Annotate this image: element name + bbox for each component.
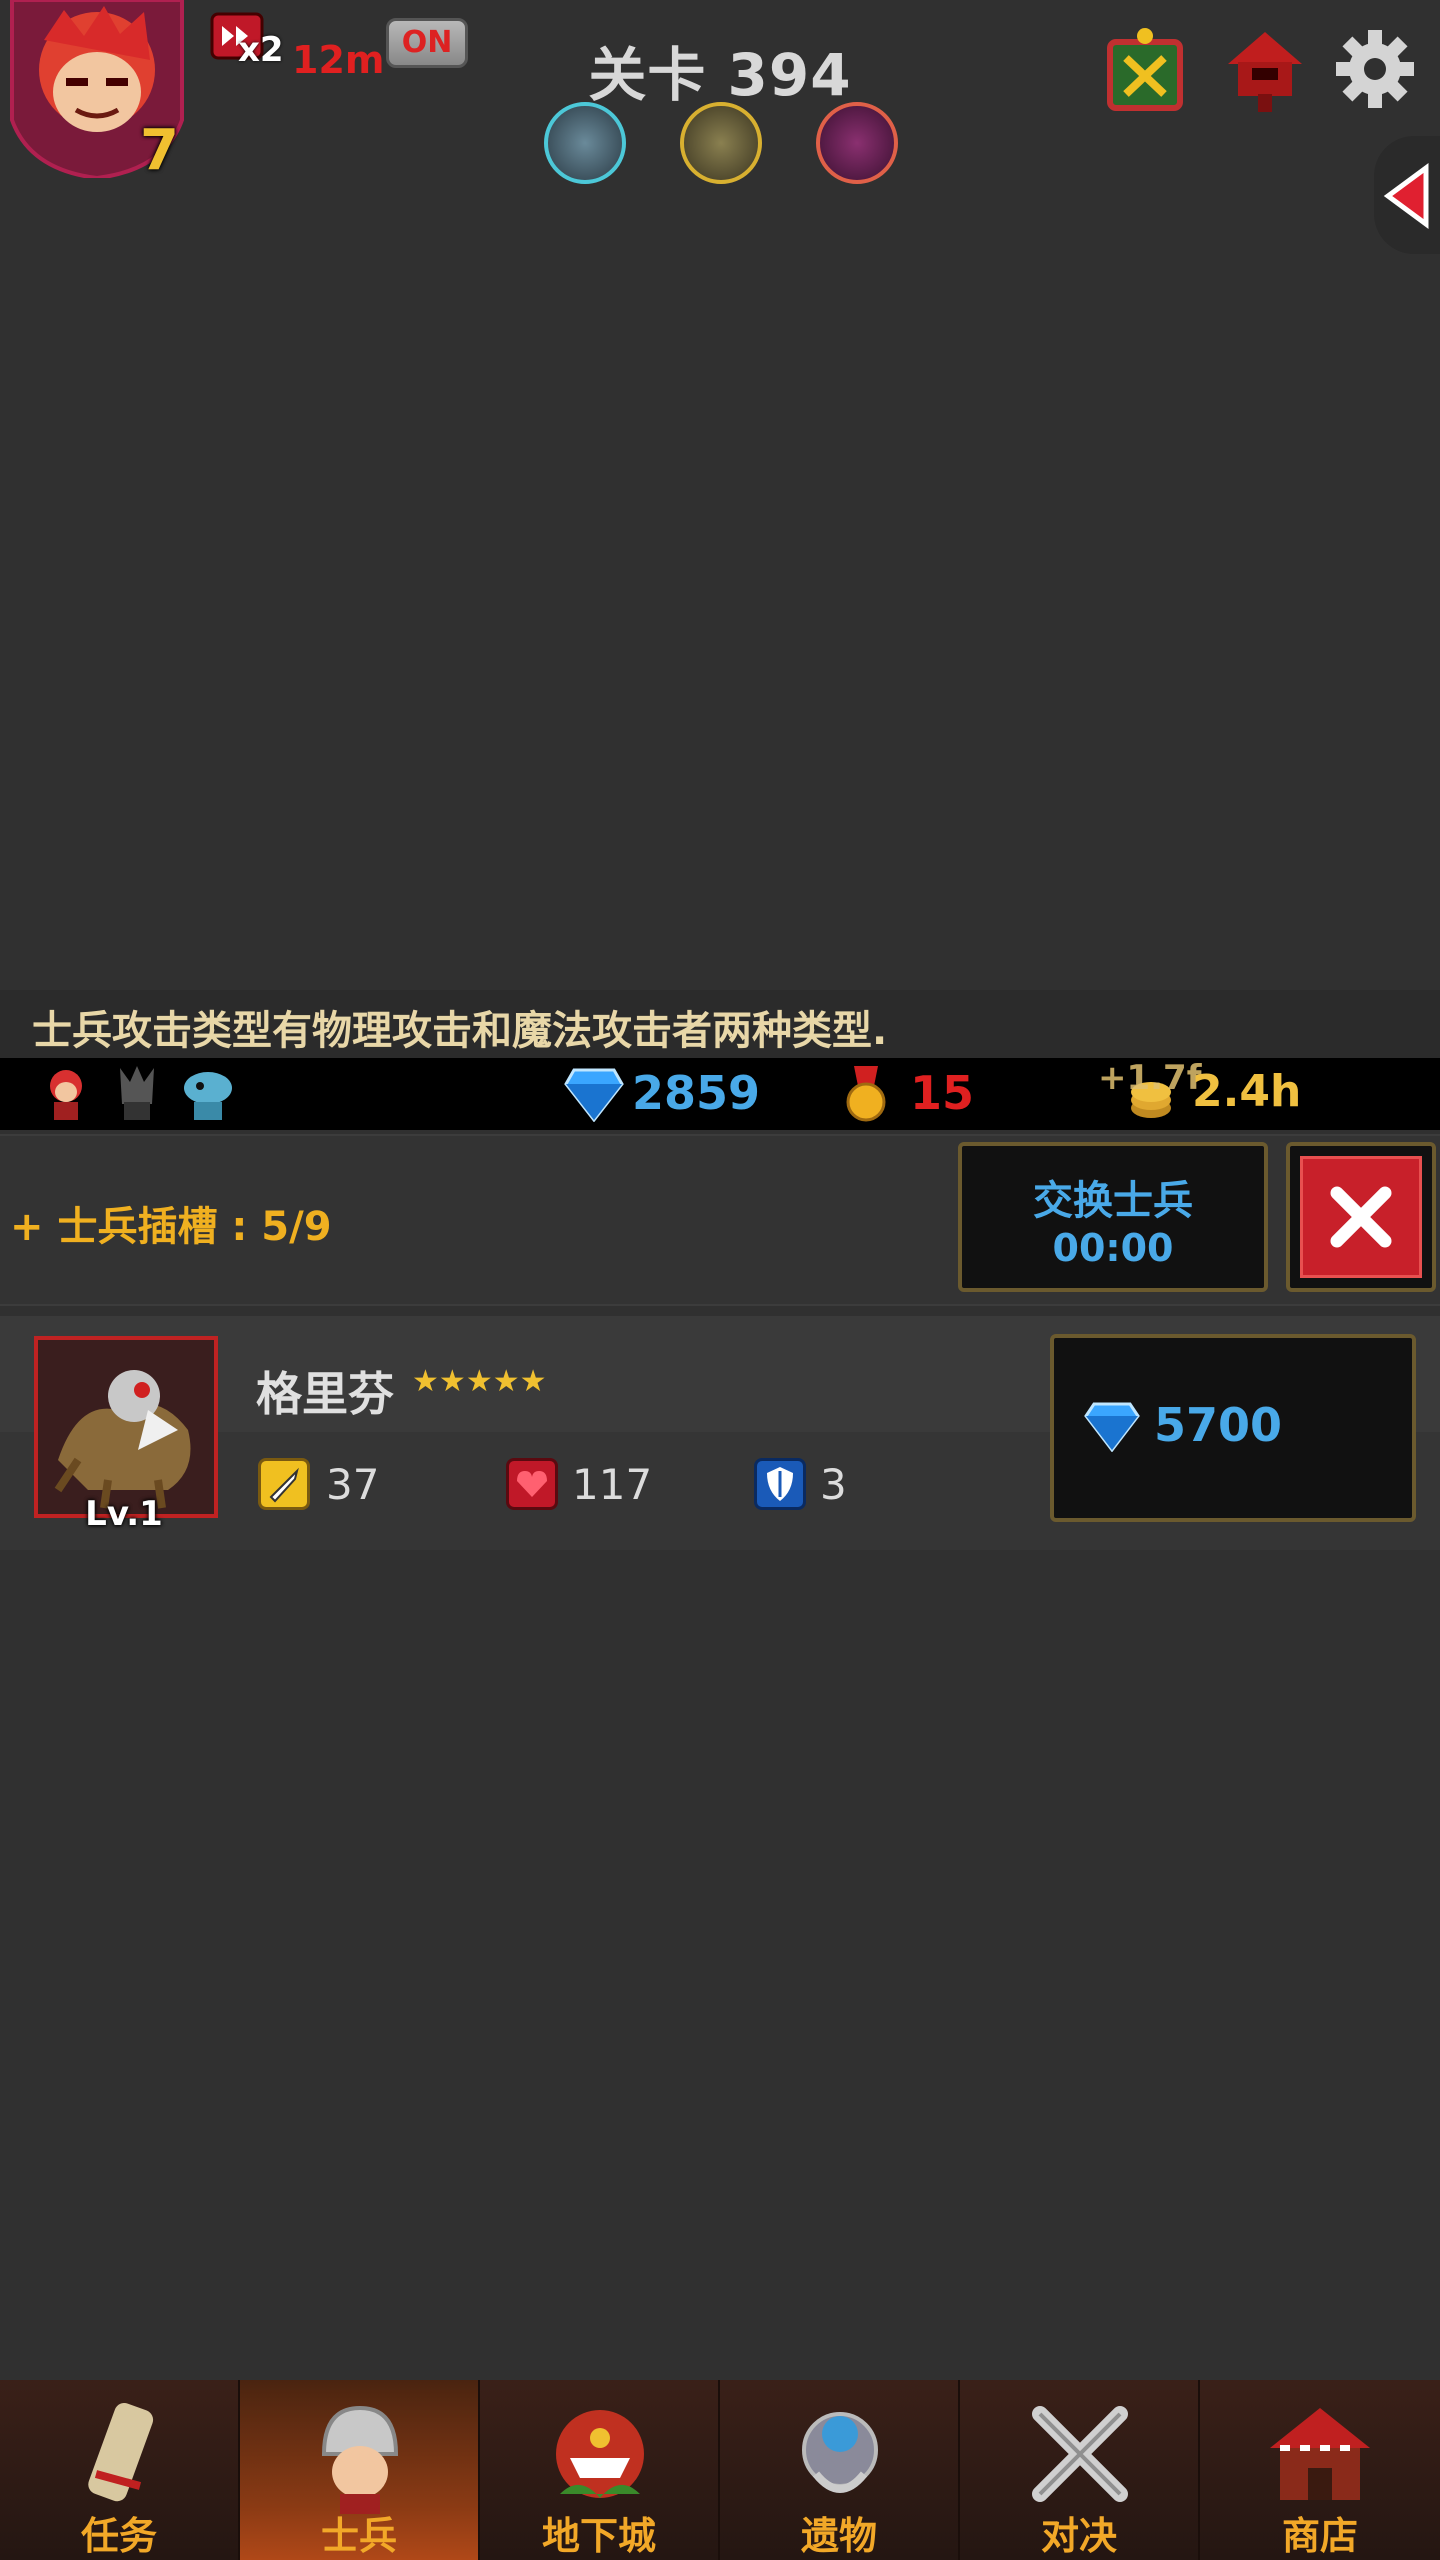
medal-count: 15 xyxy=(910,1066,975,1120)
swap-soldier-timer: 00:00 xyxy=(1052,1226,1174,1270)
gear-icon[interactable] xyxy=(1330,24,1420,114)
idle-time: 2.4h xyxy=(1192,1066,1302,1117)
orb-relic-icon xyxy=(780,2394,900,2514)
swap-soldier-label: 交换士兵 xyxy=(1033,1178,1193,1224)
party-fish-icon xyxy=(180,1064,236,1122)
health-heart-icon xyxy=(506,1458,558,1510)
star-icon: ★ xyxy=(438,1364,466,1399)
tower-buff-icon[interactable] xyxy=(544,102,626,184)
medal-icon xyxy=(844,1066,888,1124)
scroll-icon xyxy=(60,2394,180,2514)
tab-shop[interactable]: 商店 xyxy=(1200,2380,1440,2560)
side-panel-toggle[interactable] xyxy=(1374,136,1440,254)
close-icon xyxy=(1300,1156,1422,1278)
close-button[interactable] xyxy=(1286,1142,1436,1292)
star-icon: ★ xyxy=(492,1364,520,1399)
health-value: 117 xyxy=(572,1460,653,1509)
tab-label: 地下城 xyxy=(541,2514,656,2558)
guild-banner-icon[interactable] xyxy=(1100,24,1190,114)
horn-buff-icon[interactable] xyxy=(680,102,762,184)
star-icon: ★ xyxy=(412,1364,439,1399)
tab-label: 士兵 xyxy=(320,2514,397,2558)
star-icon: ★ xyxy=(519,1364,547,1399)
shop-icon xyxy=(1260,2394,1380,2514)
tab-label: 任务 xyxy=(80,2514,157,2558)
star-rating: ★★★★★ xyxy=(412,1364,547,1399)
gem-icon xyxy=(1084,1400,1140,1453)
soldier-name: 格里芬 xyxy=(256,1367,394,1421)
griffin-portrait[interactable] xyxy=(34,1336,218,1518)
flower-buff-icon[interactable] xyxy=(816,102,898,184)
auto-toggle[interactable]: ON xyxy=(386,18,468,68)
party-hero-icon xyxy=(44,1066,88,1122)
soldier-level: Lv.1 xyxy=(85,1494,163,1534)
gem-icon xyxy=(564,1066,624,1123)
tip-message: 士兵攻击类型有物理攻击和魔法攻击者两种类型. xyxy=(32,1008,888,1054)
tab-duel[interactable]: 对决 xyxy=(960,2380,1200,2560)
tab-soldiers[interactable]: 士兵 xyxy=(240,2380,480,2560)
gem-count: 2859 xyxy=(632,1066,761,1120)
boost-timer: 12m xyxy=(292,38,385,82)
tab-label: 遗物 xyxy=(800,2514,877,2558)
party-knight-icon xyxy=(112,1064,162,1122)
tab-dungeon[interactable]: 地下城 xyxy=(480,2380,720,2560)
defense-value: 3 xyxy=(820,1460,847,1509)
tab-label: 对决 xyxy=(1040,2514,1117,2558)
attack-sword-icon xyxy=(258,1458,310,1510)
stage-title: 关卡 394 xyxy=(588,41,852,109)
monster-plant-icon xyxy=(540,2394,660,2514)
speed-multiplier: x2 xyxy=(238,30,284,70)
star-icon: ★ xyxy=(465,1364,493,1399)
hero-level: 7 xyxy=(140,118,179,183)
tab-relics[interactable]: 遗物 xyxy=(720,2380,960,2560)
soldier-price: 5700 xyxy=(1154,1398,1283,1452)
attack-value: 37 xyxy=(326,1460,380,1509)
tab-label: 商店 xyxy=(1281,2514,1358,2558)
crossed-swords-icon xyxy=(1020,2394,1140,2514)
helmet-soldier-icon xyxy=(300,2394,420,2514)
tab-quests[interactable]: 任务 xyxy=(0,2380,240,2560)
soldier-slot-label[interactable]: + 士兵插槽 : 5/9 xyxy=(10,1194,332,1252)
defense-shield-icon xyxy=(754,1458,806,1510)
income-bonus: +1.7f xyxy=(1098,1058,1202,1098)
mailbox-icon[interactable] xyxy=(1220,24,1310,114)
